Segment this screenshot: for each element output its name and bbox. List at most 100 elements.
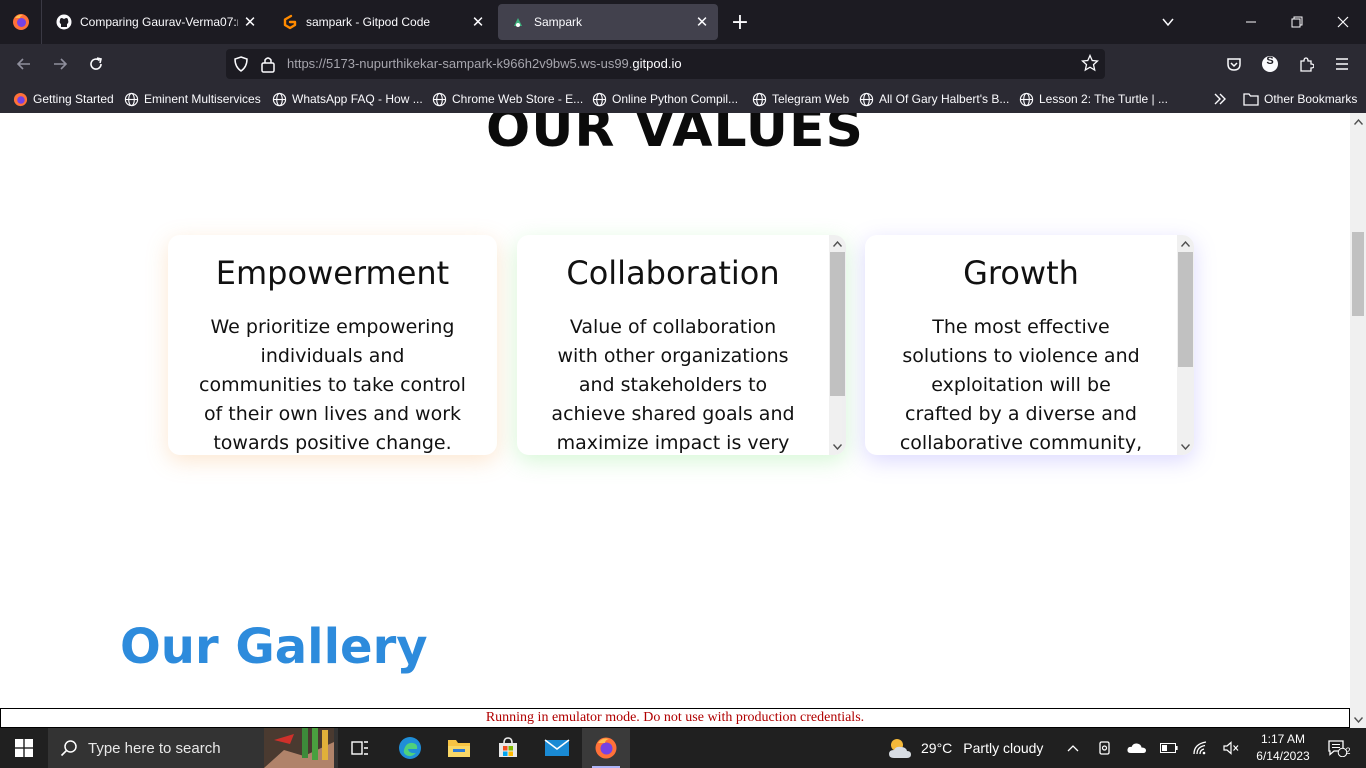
bookmark-item[interactable]: Telegram Web: [751, 90, 849, 108]
search-placeholder: Type here to search: [88, 740, 221, 757]
scroll-up-arrow-icon[interactable]: [829, 235, 846, 252]
card-scrollbar[interactable]: [1177, 235, 1194, 455]
scroll-thumb[interactable]: [830, 252, 845, 396]
card-scrollbar[interactable]: [829, 235, 846, 455]
edge-icon: [399, 737, 421, 759]
close-tab-icon[interactable]: ✕: [690, 10, 714, 34]
cloud-icon: [1127, 743, 1146, 753]
windows-taskbar: Type here to search 29°C Partly cloudy 1…: [0, 728, 1366, 768]
value-card-empowerment: Empowerment We prioritize empowering ind…: [168, 235, 497, 455]
tray-volume[interactable]: [1218, 728, 1244, 768]
bookmarks-toolbar: Getting Started Eminent Multiservices Wh…: [0, 84, 1366, 113]
tray-meet-now[interactable]: [1092, 728, 1118, 768]
show-hidden-icons-button[interactable]: [1060, 728, 1086, 768]
bookmark-item[interactable]: Eminent Multiservices: [123, 90, 261, 108]
avatar-initial: S: [1266, 55, 1274, 67]
forward-button[interactable]: [44, 48, 76, 80]
scroll-thumb[interactable]: [1178, 252, 1193, 367]
scroll-down-arrow-icon[interactable]: [1350, 711, 1366, 728]
taskbar-mail[interactable]: [533, 728, 581, 768]
lock-icon[interactable]: [260, 55, 276, 77]
more-bookmarks-button[interactable]: [1212, 90, 1228, 108]
tab-github-compare[interactable]: Comparing Gaurav-Verma07:m ✕: [44, 0, 266, 44]
card-text: We prioritize empowering individuals and…: [199, 316, 466, 454]
globe-icon: [431, 91, 447, 107]
app-menu-button[interactable]: [1326, 48, 1358, 80]
close-tab-icon[interactable]: ✕: [466, 10, 490, 34]
url-path: https://5173-nupurthikekar-sampark-k966h…: [287, 56, 633, 71]
restore-icon: [1291, 16, 1303, 28]
taskbar-clock[interactable]: 1:17 AM 6/14/2023: [1248, 731, 1318, 765]
tracking-protection-icon[interactable]: [232, 55, 250, 77]
bookmark-item[interactable]: Getting Started: [12, 90, 114, 108]
partly-cloudy-icon: [889, 739, 911, 758]
back-arrow-icon: [16, 58, 30, 70]
tray-battery[interactable]: [1156, 728, 1182, 768]
clock-date: 6/14/2023: [1256, 749, 1310, 763]
tab-gitpod-code[interactable]: sampark - Gitpod Code ✕: [270, 0, 494, 44]
page-scrollbar[interactable]: [1350, 113, 1366, 728]
volume-muted-icon: [1223, 741, 1239, 755]
tray-network[interactable]: [1188, 728, 1214, 768]
firefox-icon: [12, 91, 28, 107]
page-viewport: OUR VALUES Empowerment We prioritize emp…: [0, 113, 1366, 728]
bookmark-label: Getting Started: [33, 92, 114, 106]
search-highlight-image: [264, 728, 334, 768]
globe-icon: [591, 91, 607, 107]
scroll-up-arrow-icon[interactable]: [1177, 235, 1194, 252]
scroll-down-arrow-icon[interactable]: [1177, 438, 1194, 455]
url-text[interactable]: https://5173-nupurthikekar-sampark-k966h…: [287, 56, 682, 71]
bookmark-label: Other Bookmarks: [1264, 92, 1358, 106]
gitpod-icon: [282, 14, 298, 30]
back-button[interactable]: [8, 48, 40, 80]
minimize-button[interactable]: [1228, 0, 1274, 44]
close-tab-icon[interactable]: ✕: [238, 10, 262, 34]
taskbar-search-box[interactable]: Type here to search: [48, 728, 338, 768]
new-tab-button[interactable]: +: [728, 10, 752, 35]
scroll-up-arrow-icon[interactable]: [1350, 113, 1366, 130]
notification-center-button[interactable]: 2: [1320, 728, 1354, 768]
weather-description: Partly cloudy: [963, 740, 1044, 756]
reload-button[interactable]: [80, 48, 112, 80]
account-button[interactable]: S: [1254, 48, 1286, 80]
value-card-growth[interactable]: Growth The most effective solutions to v…: [865, 235, 1194, 455]
emulator-warning-banner: Running in emulator mode. Do not use wit…: [0, 708, 1350, 728]
scroll-thumb[interactable]: [1352, 232, 1364, 316]
task-view-button[interactable]: [336, 728, 384, 768]
wifi-icon: [1193, 741, 1207, 755]
value-card-collaboration[interactable]: Collaboration Value of collaboration wit…: [517, 235, 846, 455]
restore-button[interactable]: [1274, 0, 1320, 44]
extensions-button[interactable]: [1290, 48, 1322, 80]
bookmark-item[interactable]: Online Python Compil...: [591, 90, 738, 108]
start-button[interactable]: [0, 728, 48, 768]
clock-time: 1:17 AM: [1260, 732, 1306, 746]
tab-sampark[interactable]: Sampark ✕: [498, 4, 718, 40]
taskbar-store[interactable]: [484, 728, 532, 768]
address-bar[interactable]: https://5173-nupurthikekar-sampark-k966h…: [226, 49, 1105, 79]
taskbar-file-explorer[interactable]: [435, 728, 483, 768]
firefox-icon: [12, 14, 29, 30]
taskbar-edge[interactable]: [386, 728, 434, 768]
bookmark-item[interactable]: Chrome Web Store - E...: [431, 90, 583, 108]
globe-icon: [1018, 91, 1034, 107]
other-bookmarks-folder[interactable]: Other Bookmarks: [1243, 90, 1357, 108]
github-icon: [56, 14, 72, 30]
bookmark-item[interactable]: WhatsApp FAQ - How ...: [271, 90, 423, 108]
task-view-icon: [351, 741, 368, 755]
close-icon: [1337, 16, 1349, 28]
bookmark-item[interactable]: Lesson 2: The Turtle | ...: [1018, 90, 1168, 108]
list-all-tabs-button[interactable]: [1156, 10, 1180, 34]
bookmark-star-icon[interactable]: [1080, 53, 1100, 76]
bookmark-item[interactable]: All Of Gary Halbert's B...: [858, 90, 1009, 108]
forward-arrow-icon: [54, 58, 68, 70]
scroll-down-arrow-icon[interactable]: [829, 438, 846, 455]
close-window-button[interactable]: [1320, 0, 1366, 44]
firefox-view-button[interactable]: [0, 0, 42, 44]
tray-onedrive[interactable]: [1124, 728, 1150, 768]
weather-widget[interactable]: 29°C Partly cloudy: [886, 728, 1043, 768]
folder-icon: [448, 740, 470, 757]
taskbar-firefox[interactable]: [582, 728, 630, 768]
card-text: The most effective solutions to violence…: [899, 316, 1143, 454]
pocket-button[interactable]: [1218, 48, 1250, 80]
tab-strip: Comparing Gaurav-Verma07:m ✕ sampark - G…: [0, 0, 1366, 44]
